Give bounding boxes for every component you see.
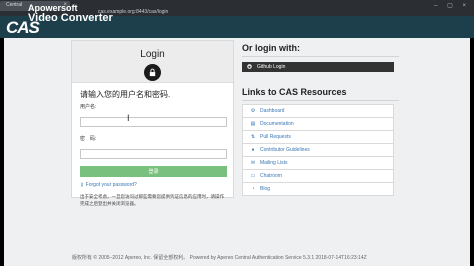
resource-links: ⚙ Dashboard ▤ Documentation ⇅ Pull Reque… (242, 104, 394, 196)
alt-login-title: Or login with: (242, 43, 300, 53)
footer-text: 版权所有 © 2005–2012 Apereo, Inc. 保留全部权利。 Po… (72, 255, 367, 261)
github-login-label[interactable]: Github Login (257, 64, 285, 70)
list-item[interactable]: ● Contributor Guidelines (242, 143, 394, 157)
watermark-line2: Video Converter (28, 12, 113, 24)
forgot-password-link[interactable]: ⚷ Forgot your password? (80, 182, 225, 188)
link-pull-requests[interactable]: Pull Requests (260, 134, 291, 140)
letterbox-right (470, 38, 474, 266)
links-title: Links to CAS Resources (242, 87, 347, 97)
forgot-password-label[interactable]: Forgot your password? (86, 182, 137, 188)
alt-login-column: Or login with: Github Login Links to CAS… (242, 43, 399, 196)
key-icon: ⚷ (80, 182, 84, 188)
link-chatroom[interactable]: Chatroom (260, 173, 282, 179)
lock-icon (144, 64, 161, 81)
login-title: Login (140, 49, 165, 60)
login-prompt: 请输入您的用户名和密码. (80, 90, 171, 99)
login-panel-header: Login (72, 41, 233, 83)
link-contributor-guidelines[interactable]: Contributor Guidelines (260, 147, 310, 153)
github-icon (247, 63, 252, 71)
username-label: 用户名: (80, 104, 97, 110)
username-input[interactable] (80, 117, 227, 127)
divider (242, 56, 399, 57)
rss-icon: ◔ (251, 186, 255, 192)
list-item[interactable]: ▤ Documentation (242, 117, 394, 131)
divider (242, 100, 399, 101)
window-controls-icon[interactable]: – ▢ × (434, 2, 470, 9)
list-item[interactable]: ⚙ Dashboard (242, 104, 394, 118)
list-item[interactable]: ⇅ Pull Requests (242, 130, 394, 144)
envelope-icon: ✉ (250, 160, 256, 166)
list-item[interactable]: ✉ Mailing Lists (242, 156, 394, 170)
list-item[interactable]: ▭ Chatroom (242, 169, 394, 183)
chat-icon: ▭ (250, 173, 256, 179)
password-label: 密 码: (80, 136, 97, 142)
letterbox-left (0, 38, 4, 266)
list-item[interactable]: ◔ Blog (242, 182, 394, 196)
book-icon: ▤ (250, 121, 256, 127)
security-notice: 出于安全考虑，一旦您访问过那些需要您提供凭证信息的应用时，请操作完成之后登出并关… (80, 194, 224, 206)
gear-icon: ⚙ (250, 108, 256, 114)
watermark: Apowersoft Video Converter (28, 3, 113, 24)
login-button[interactable]: 登录 (80, 166, 227, 177)
github-login-button[interactable]: Github Login (242, 62, 394, 72)
link-documentation[interactable]: Documentation (260, 121, 294, 127)
user-icon: ● (251, 147, 255, 153)
link-dashboard[interactable]: Dashboard (260, 108, 284, 114)
tab-title: Central (6, 2, 23, 8)
pull-request-icon: ⇅ (250, 134, 256, 140)
link-mailing-lists[interactable]: Mailing Lists (260, 160, 288, 166)
text-cursor-icon: I (127, 113, 130, 123)
login-panel: Login 请输入您的用户名和密码. 用户名: 密 码: 登录 ⚷ Forgot… (71, 40, 234, 206)
password-input[interactable] (80, 149, 227, 159)
link-blog[interactable]: Blog (260, 186, 270, 192)
